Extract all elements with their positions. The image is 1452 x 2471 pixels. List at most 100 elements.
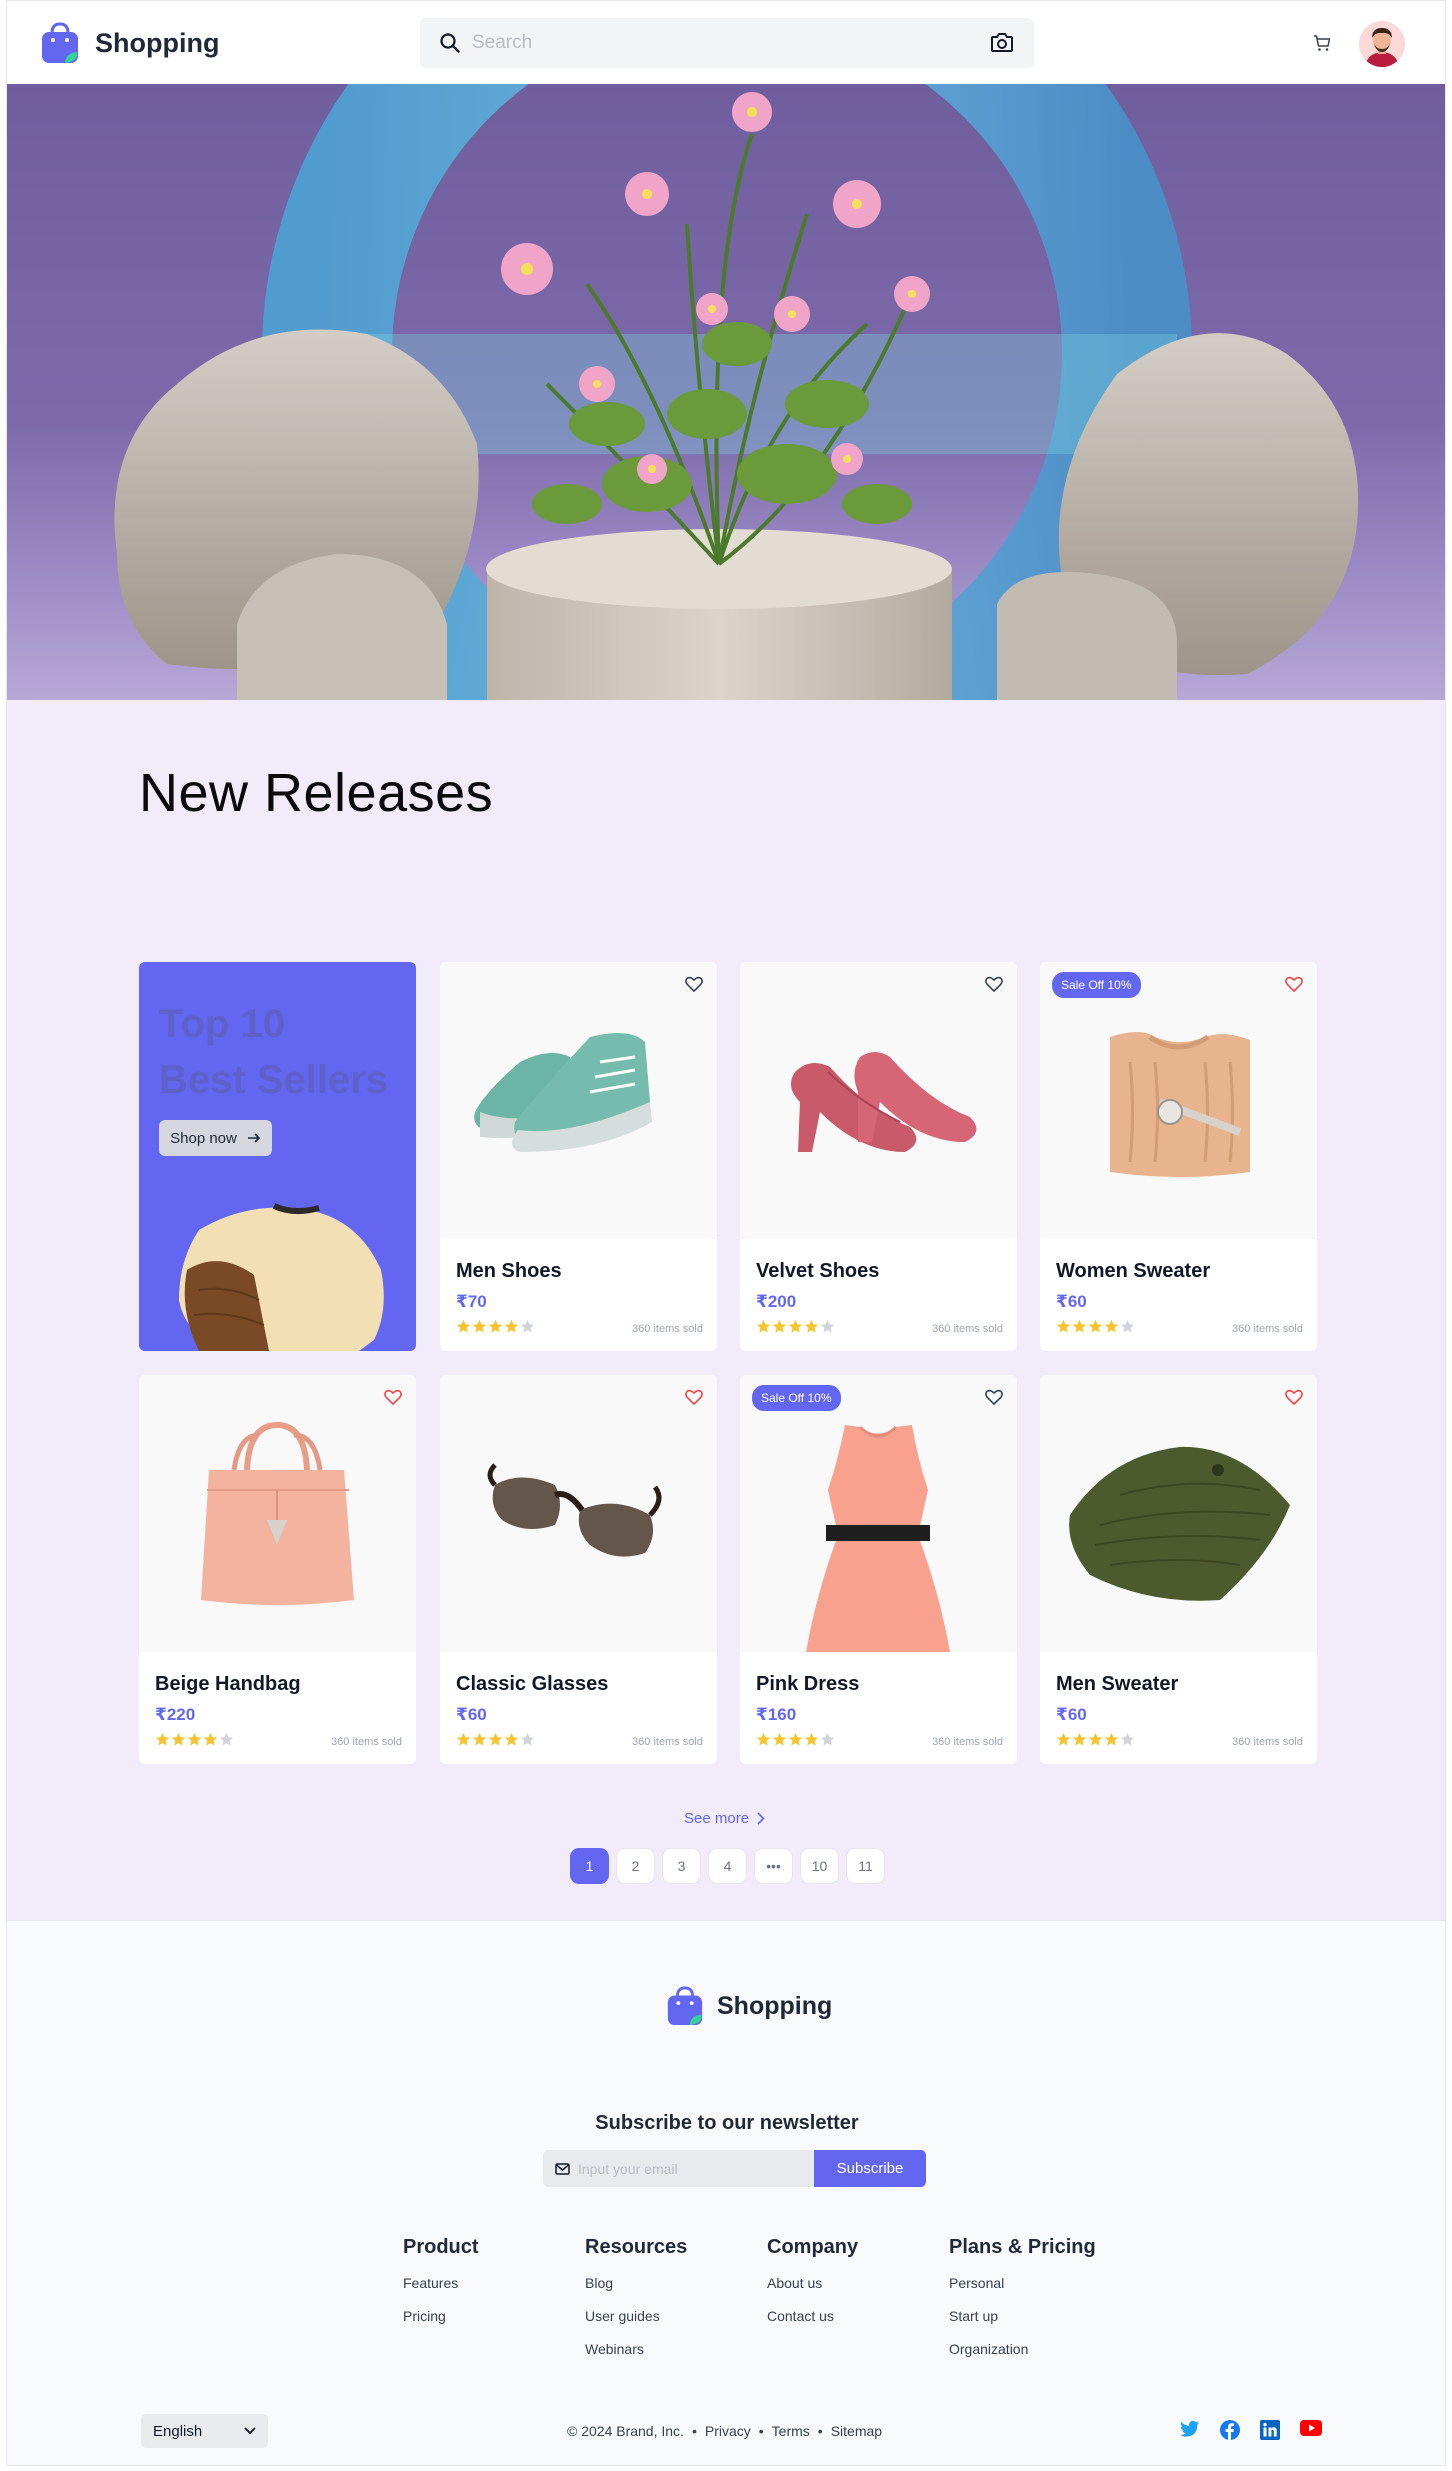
- chevron-right-icon: [757, 1812, 765, 1825]
- wishlist-heart-icon[interactable]: [1285, 976, 1303, 992]
- star-filled-icon: [1088, 1732, 1103, 1746]
- product-price: ₹160: [756, 1705, 797, 1724]
- brand-logo[interactable]: Shopping: [39, 21, 219, 65]
- cart-icon[interactable]: [1313, 35, 1331, 52]
- search-icon: [440, 33, 460, 53]
- product-card[interactable]: Velvet Shoes ₹200 360 items sold: [740, 962, 1017, 1351]
- product-image: [740, 962, 1017, 1239]
- shopping-bag-logo-icon: [42, 22, 78, 63]
- product-name: Pink Dress: [756, 1673, 860, 1695]
- new-releases-section: New Releases Top 10 Best Sellers Shop no…: [7, 700, 1445, 1920]
- items-sold: 360 items sold: [331, 1736, 402, 1748]
- star-filled-icon: [187, 1732, 202, 1746]
- wishlist-heart-icon[interactable]: [685, 976, 703, 992]
- footer-column-resources: Resources Blog User guides Webinars: [585, 2236, 688, 2357]
- copyright: © 2024 Brand, Inc.: [567, 2423, 684, 2439]
- product-card[interactable]: Sale Off 10% Women Sweater ₹60 360 items…: [1040, 962, 1317, 1351]
- language-select[interactable]: English: [141, 2414, 268, 2448]
- social-links: [1180, 2420, 1322, 2445]
- search-input[interactable]: [472, 32, 972, 54]
- linkedin-icon[interactable]: [1260, 2420, 1280, 2445]
- hero-banner-image: [7, 84, 1445, 700]
- mail-icon: [555, 2162, 570, 2175]
- page-button[interactable]: 4: [708, 1848, 747, 1884]
- product-card[interactable]: Men Shoes ₹70 360 items sold: [440, 962, 717, 1351]
- product-image: [440, 962, 717, 1239]
- star-filled-icon: [1056, 1319, 1071, 1333]
- shopping-bag-logo-icon: [667, 1986, 703, 2026]
- sweater-promo-image: [179, 1203, 384, 1351]
- footer-link[interactable]: Start up: [949, 2308, 1096, 2324]
- star-empty-icon: [520, 1732, 535, 1746]
- product-card[interactable]: Sale Off 10% Pink Dress ₹160 360 items s…: [740, 1375, 1017, 1764]
- product-image: [740, 1375, 1017, 1652]
- email-field-wrapper[interactable]: [543, 2150, 814, 2187]
- page-button[interactable]: 1: [570, 1848, 609, 1884]
- privacy-link[interactable]: Privacy: [705, 2423, 751, 2439]
- product-image: [440, 1375, 717, 1652]
- footer-link[interactable]: Personal: [949, 2275, 1096, 2291]
- twitter-icon[interactable]: [1180, 2420, 1200, 2445]
- youtube-icon[interactable]: [1300, 2420, 1322, 2445]
- sitemap-link[interactable]: Sitemap: [831, 2423, 882, 2439]
- footer-link[interactable]: Pricing: [403, 2308, 479, 2324]
- page-button[interactable]: 11: [846, 1848, 885, 1884]
- newsletter-title: Subscribe to our newsletter: [595, 2112, 859, 2134]
- page-button[interactable]: 3: [662, 1848, 701, 1884]
- best-sellers-promo-card[interactable]: Top 10 Best Sellers Shop now: [139, 962, 416, 1351]
- star-rating: [756, 1732, 835, 1747]
- star-filled-icon: [1104, 1319, 1119, 1333]
- product-name: Velvet Shoes: [756, 1260, 880, 1282]
- footer-brand-name: Shopping: [717, 1991, 833, 2020]
- footer-link[interactable]: Webinars: [585, 2341, 687, 2357]
- user-avatar[interactable]: [1359, 21, 1405, 67]
- product-name: Women Sweater: [1056, 1260, 1211, 1282]
- wishlist-heart-icon[interactable]: [384, 1389, 402, 1405]
- star-filled-icon: [804, 1732, 819, 1746]
- wishlist-heart-icon[interactable]: [1285, 1389, 1303, 1405]
- footer-link[interactable]: Blog: [585, 2275, 687, 2291]
- product-image: [1040, 962, 1317, 1239]
- footer-column-plans: Plans & Pricing Personal Start up Organi…: [949, 2236, 1096, 2357]
- product-price: ₹60: [456, 1705, 487, 1724]
- see-more-link[interactable]: See more: [684, 1810, 765, 1827]
- wishlist-heart-icon[interactable]: [985, 976, 1003, 992]
- star-empty-icon: [1120, 1732, 1135, 1746]
- camera-icon[interactable]: [990, 31, 1014, 53]
- footer-link[interactable]: Features: [403, 2275, 479, 2291]
- product-name: Beige Handbag: [155, 1673, 301, 1695]
- wishlist-heart-icon[interactable]: [685, 1389, 703, 1405]
- footer-link[interactable]: Organization: [949, 2341, 1096, 2357]
- star-filled-icon: [1072, 1732, 1087, 1746]
- facebook-icon[interactable]: [1220, 2420, 1240, 2445]
- product-name: Men Shoes: [456, 1260, 562, 1282]
- subscribe-button[interactable]: Subscribe: [814, 2150, 926, 2187]
- newsletter-form: Subscribe: [543, 2150, 926, 2187]
- star-filled-icon: [488, 1732, 503, 1746]
- page-button[interactable]: 2: [616, 1848, 655, 1884]
- star-filled-icon: [1056, 1732, 1071, 1746]
- star-rating: [456, 1732, 535, 1747]
- section-title: New Releases: [139, 763, 494, 823]
- footer-link[interactable]: About us: [767, 2275, 858, 2291]
- footer-link[interactable]: User guides: [585, 2308, 687, 2324]
- footer-column-company: Company About us Contact us: [767, 2236, 859, 2324]
- page-button[interactable]: 10: [800, 1848, 839, 1884]
- page-ellipsis[interactable]: •••: [754, 1848, 793, 1884]
- footer-link[interactable]: Contact us: [767, 2308, 858, 2324]
- product-image: [139, 1375, 416, 1652]
- product-card[interactable]: Classic Glasses ₹60 360 items sold: [440, 1375, 717, 1764]
- email-input[interactable]: [578, 2160, 798, 2177]
- product-card[interactable]: Men Sweater ₹60 360 items sold: [1040, 1375, 1317, 1764]
- legal-links: © 2024 Brand, Inc. • Privacy • Terms • S…: [567, 2423, 883, 2439]
- star-filled-icon: [155, 1732, 170, 1746]
- wishlist-heart-icon[interactable]: [985, 1389, 1003, 1405]
- arrow-right-icon: [247, 1133, 260, 1143]
- star-filled-icon: [456, 1732, 471, 1746]
- footer-brand[interactable]: Shopping: [665, 1985, 832, 2027]
- terms-link[interactable]: Terms: [772, 2423, 810, 2439]
- items-sold: 360 items sold: [632, 1323, 703, 1335]
- search-bar[interactable]: [420, 18, 1034, 68]
- shop-now-button[interactable]: Shop now: [159, 1120, 272, 1156]
- product-card[interactable]: Beige Handbag ₹220 360 items sold: [139, 1375, 416, 1764]
